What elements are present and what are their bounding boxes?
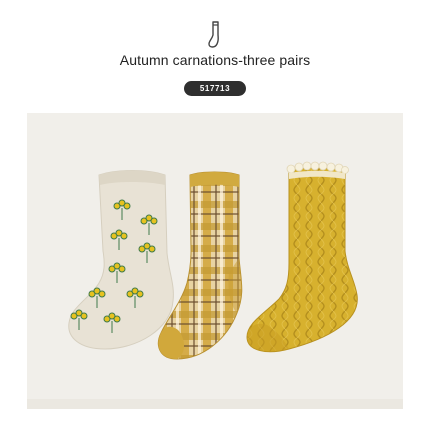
product-photo xyxy=(27,113,403,409)
product-page: Autumn carnations-three pairs 517713 xyxy=(0,0,430,430)
sku-badge: 517713 xyxy=(184,81,246,96)
product-title: Autumn carnations-three pairs xyxy=(119,52,311,68)
socks-illustration xyxy=(27,113,403,409)
sock-icon xyxy=(208,21,219,48)
